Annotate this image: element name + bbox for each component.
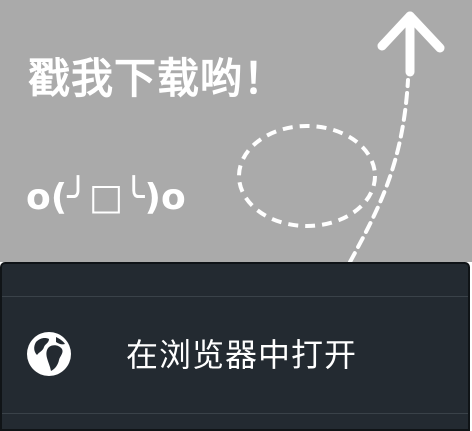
screen: 戳我下载哟！ o(╯□╰)o 在浏览器中打开: [0, 0, 472, 431]
dashed-loop-arrow-icon: [237, 11, 445, 262]
download-hint-overlay: 戳我下载哟！ o(╯□╰)o: [0, 0, 472, 262]
open-in-browser-button[interactable]: 在浏览器中打开: [2, 298, 470, 412]
action-sheet: 在浏览器中打开: [0, 262, 470, 431]
emoticon-text: o(╯□╰)o: [26, 177, 186, 218]
divider: [2, 413, 468, 414]
divider: [2, 296, 468, 297]
open-in-browser-label: 在浏览器中打开: [126, 336, 358, 374]
globe-icon: [27, 332, 71, 376]
